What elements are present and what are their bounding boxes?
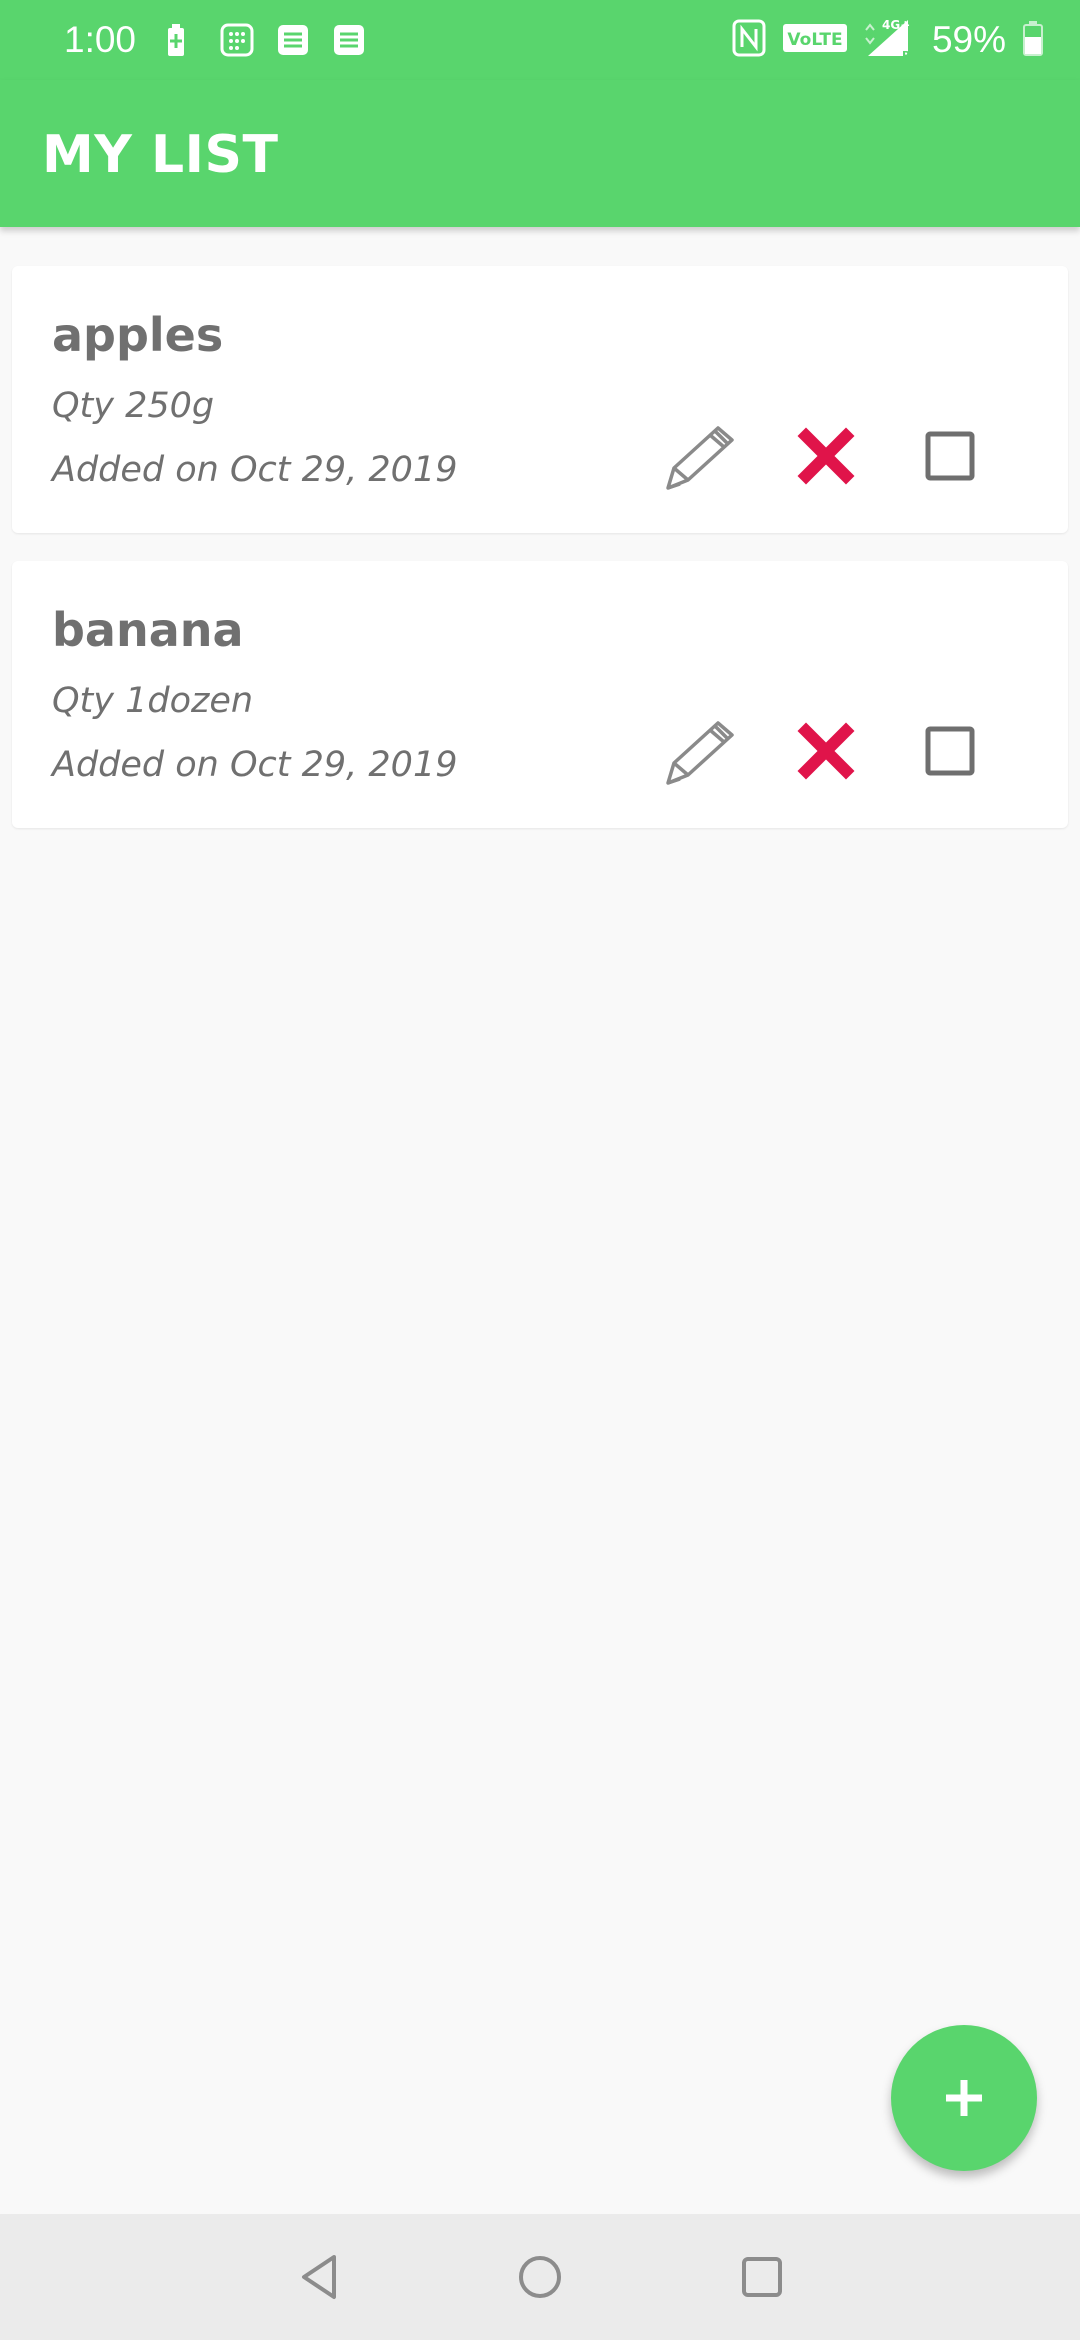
pencil-icon [666,721,734,785]
item-name: apples [52,308,224,362]
done-checkbox[interactable] [920,426,980,486]
edit-button[interactable] [660,418,750,496]
battery-icon [1022,19,1044,61]
add-item-button[interactable] [891,2025,1037,2171]
volte-icon: VoLTE [782,22,848,58]
checkbox-icon [925,431,975,481]
battery-percent: 59% [931,19,1006,60]
home-circle-icon [519,2256,561,2298]
item-added-date: Added on Oct 29, 2019 [52,450,458,490]
close-icon [797,722,855,780]
item-name: banana [52,603,244,657]
status-time: 1:00 [64,19,137,60]
system-nav-bar [0,2214,1080,2340]
delete-button[interactable] [796,426,856,486]
item-quantity: Qty 250g [52,386,215,426]
list-item: apples Qty 250g Added on Oct 29, 2019 [12,266,1068,533]
edit-button[interactable] [660,713,750,791]
notes-icon [276,22,310,58]
item-quantity: Qty 1dozen [52,681,254,721]
list-item: banana Qty 1dozen Added on Oct 29, 2019 [12,561,1068,828]
calculator-icon [220,22,254,58]
notes-icon [332,22,366,58]
back-button[interactable] [290,2247,350,2307]
battery-charging-icon [164,22,198,58]
svg-text:R: R [902,49,911,60]
status-bar: 1:00 VoLTE 4G+ R 59% [0,0,1080,80]
close-icon [797,427,855,485]
done-checkbox[interactable] [920,721,980,781]
nfc-icon [732,19,766,61]
checkbox-icon [925,726,975,776]
page-title: MY LIST [42,125,279,185]
recents-button[interactable] [732,2247,792,2307]
app-bar: MY LIST [0,80,1080,227]
shopping-list: apples Qty 250g Added on Oct 29, 2019 ba… [12,266,1068,856]
svg-text:4G+: 4G+ [882,18,910,32]
pencil-icon [666,426,734,490]
status-system-icons: VoLTE 4G+ R 59% [732,16,1044,64]
plus-icon [946,2080,982,2116]
recents-square-icon [742,2257,782,2297]
delete-button[interactable] [796,721,856,781]
status-notification-icons [164,20,366,60]
signal-icon: 4G+ R [864,16,916,64]
back-triangle-icon [302,2255,336,2299]
item-added-date: Added on Oct 29, 2019 [52,745,458,785]
home-button[interactable] [510,2247,570,2307]
svg-text:VoLTE: VoLTE [787,30,842,50]
